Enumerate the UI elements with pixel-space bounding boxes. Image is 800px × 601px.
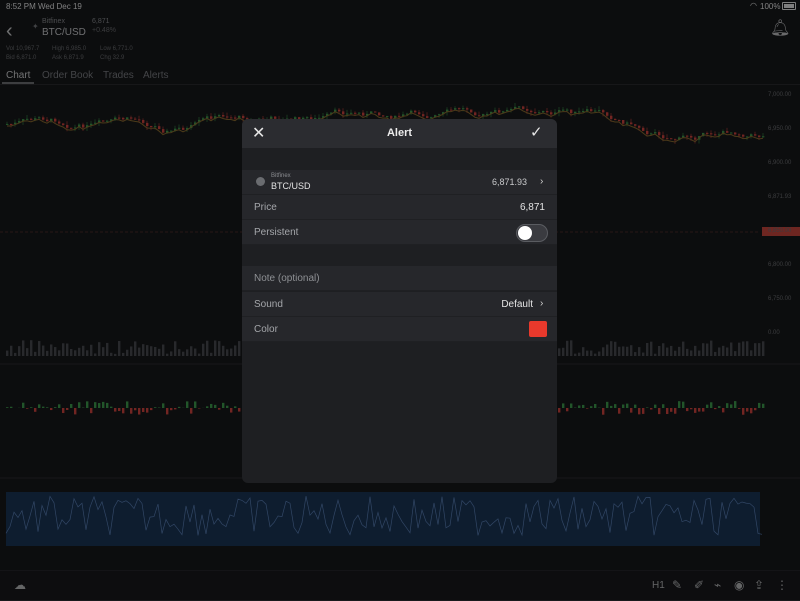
modal-header: ✕ Alert ✓ <box>242 119 557 148</box>
confirm-check-icon[interactable]: ✓ <box>530 123 543 141</box>
note-row[interactable]: Note (optional) <box>242 266 557 291</box>
price-label: Price <box>254 202 277 213</box>
chevron-right-icon: › <box>540 298 543 309</box>
modal-title: Alert <box>242 127 557 139</box>
price-row[interactable]: Price 6,871 <box>242 195 557 220</box>
pair-row-price: 6,871.93 <box>492 177 527 187</box>
color-label: Color <box>254 324 278 335</box>
chevron-right-icon: › <box>540 176 543 187</box>
persistent-label: Persistent <box>254 227 298 238</box>
note-input[interactable]: Note (optional) <box>254 273 320 284</box>
color-row[interactable]: Color <box>242 317 557 342</box>
color-swatch[interactable] <box>529 321 547 337</box>
price-value-input[interactable]: 6,871 <box>520 202 545 213</box>
pair-row[interactable]: Bitfinex BTC/USD 6,871.93 › <box>242 170 557 195</box>
coin-icon <box>256 177 265 186</box>
sound-label: Sound <box>254 299 283 310</box>
sound-row[interactable]: Sound Default › <box>242 292 557 317</box>
persistent-toggle[interactable] <box>516 224 548 242</box>
toggle-knob <box>518 226 532 240</box>
persistent-row: Persistent <box>242 220 557 245</box>
sound-value: Default <box>501 299 533 310</box>
pair-row-exchange: Bitfinex <box>271 173 291 179</box>
pair-row-name: BTC/USD <box>271 181 311 191</box>
alert-modal: ✕ Alert ✓ Bitfinex BTC/USD 6,871.93 › Pr… <box>242 119 557 483</box>
